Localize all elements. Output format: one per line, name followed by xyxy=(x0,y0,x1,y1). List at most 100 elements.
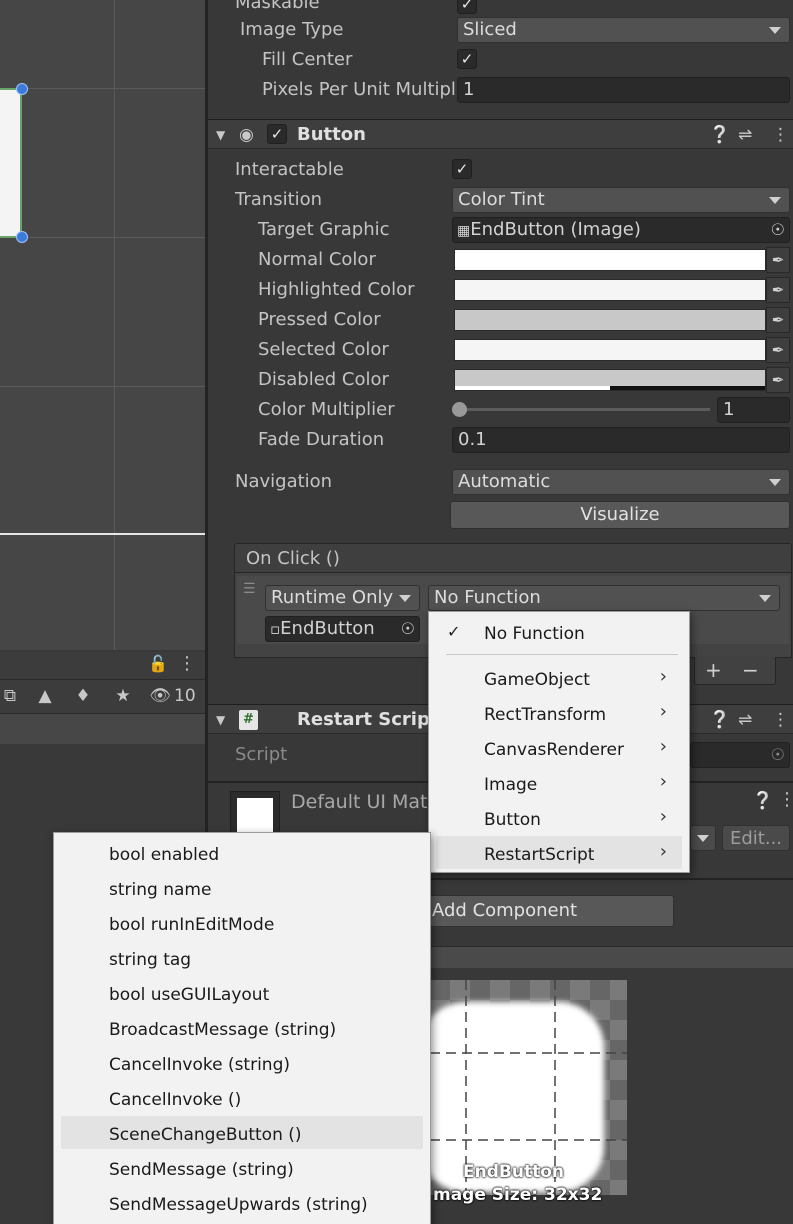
eyedropper-icon[interactable]: ✒ xyxy=(766,277,790,303)
menu-separator xyxy=(446,654,678,655)
pressed-color-label: Pressed Color xyxy=(258,309,381,330)
normal-color-label: Normal Color xyxy=(258,249,376,270)
fade-duration-field[interactable]: 0.1 xyxy=(452,427,790,453)
eyedropper-icon[interactable]: ✒ xyxy=(766,247,790,273)
normal-color-swatch[interactable] xyxy=(454,249,766,271)
grid-line xyxy=(0,237,205,238)
image-type-value: Sliced xyxy=(463,19,517,40)
panel-header: 🔓 ⋮ xyxy=(0,652,205,680)
ppu-field[interactable]: 1 xyxy=(457,77,790,103)
onclick-label: On Click () xyxy=(246,548,340,569)
rect-handle[interactable] xyxy=(16,83,28,95)
star-icon[interactable]: ★ xyxy=(111,684,135,708)
drag-handle-icon[interactable]: ☰ xyxy=(243,581,256,597)
foldout-arrow-icon[interactable]: ▼ xyxy=(216,705,225,735)
tag-icon[interactable]: ♦ xyxy=(71,684,95,708)
rect-handle[interactable] xyxy=(16,231,28,243)
fade-duration-label: Fade Duration xyxy=(258,429,385,450)
eyedropper-icon[interactable]: ✒ xyxy=(766,307,790,333)
runtime-dropdown[interactable]: Runtime Only xyxy=(265,585,420,611)
hidden-eye-icon[interactable]: 👁 xyxy=(148,684,172,708)
grid-line xyxy=(114,0,115,650)
chevron-right-icon: › xyxy=(659,841,667,862)
transition-dropdown[interactable]: Color Tint xyxy=(452,187,790,213)
fill-center-checkbox[interactable]: ✓ xyxy=(457,49,477,69)
submenu-item[interactable]: CancelInvoke () xyxy=(109,1090,241,1110)
panel-search-bar[interactable] xyxy=(0,714,205,744)
menu-item-gameobject[interactable]: GameObject xyxy=(484,670,590,690)
shader-dropdown[interactable] xyxy=(690,825,716,851)
script-icon: # xyxy=(239,710,258,730)
scene-view[interactable] xyxy=(0,0,205,650)
maskable-label: Maskable xyxy=(235,0,320,13)
submenu-item[interactable]: string tag xyxy=(109,950,191,970)
kebab-menu-icon[interactable]: ⋮ xyxy=(772,120,789,150)
submenu-item[interactable]: string name xyxy=(109,880,211,900)
eyedropper-icon[interactable]: ✒ xyxy=(766,367,790,393)
button-component-header[interactable]: ▼ ◉ ✓ Button ❔ ⇌ ⋮ xyxy=(208,119,793,149)
alpha-bar xyxy=(610,386,765,390)
help-icon[interactable]: ❔ xyxy=(752,791,773,811)
submenu-item[interactable]: SendMessageUpwards (string) xyxy=(109,1195,368,1215)
disabled-color-swatch[interactable] xyxy=(454,369,766,391)
transition-value: Color Tint xyxy=(458,189,545,210)
slider-track[interactable] xyxy=(460,408,710,411)
submenu-item[interactable]: BroadcastMessage (string) xyxy=(109,1020,336,1040)
event-target-field[interactable]: ▫EndButton ☉ xyxy=(265,616,420,642)
scene-visibility-icon[interactable]: ⧉ xyxy=(0,684,22,708)
presets-icon[interactable]: ⇌ xyxy=(738,705,752,735)
submenu-item[interactable]: SendMessage (string) xyxy=(109,1160,294,1180)
script-label: Script xyxy=(235,744,288,765)
selected-ui-rect[interactable] xyxy=(0,88,22,238)
restart-script-title: Restart Script xyxy=(297,709,439,730)
eyedropper-icon[interactable]: ✒ xyxy=(766,337,790,363)
disabled-color-label: Disabled Color xyxy=(258,369,389,390)
chevron-right-icon: › xyxy=(659,771,667,792)
kebab-menu-icon[interactable]: ⋮ xyxy=(178,653,196,674)
menu-item-button[interactable]: Button xyxy=(484,810,541,830)
kebab-menu-icon[interactable]: ⋮ xyxy=(772,705,789,735)
pressed-color-swatch[interactable] xyxy=(454,309,766,331)
add-icon[interactable]: + xyxy=(705,658,722,682)
interactable-checkbox[interactable]: ✓ xyxy=(452,159,472,179)
submenu-item[interactable]: bool enabled xyxy=(109,845,219,865)
object-picker-icon[interactable]: ☉ xyxy=(771,218,785,242)
edit-material-button[interactable]: Edit... xyxy=(722,825,790,851)
menu-item-canvasrenderer[interactable]: CanvasRenderer xyxy=(484,740,624,760)
runtime-value: Runtime Only xyxy=(271,587,394,608)
function-menu: ✓ No Function GameObject › RectTransform… xyxy=(428,611,690,873)
lock-icon[interactable]: 🔓 xyxy=(148,654,168,673)
remove-icon[interactable]: − xyxy=(742,658,759,682)
kebab-menu-icon[interactable]: ⋮ xyxy=(778,789,793,810)
object-picker-icon[interactable]: ☉ xyxy=(401,617,415,641)
highlighted-color-swatch[interactable] xyxy=(454,279,766,301)
submenu-item[interactable]: bool useGUILayout xyxy=(109,985,269,1005)
target-graphic-field[interactable]: ▦EndButton (Image) ☉ xyxy=(452,217,790,243)
image-type-dropdown[interactable]: Sliced xyxy=(457,17,790,43)
chevron-down-icon xyxy=(769,27,781,34)
menu-item-no-function[interactable]: No Function xyxy=(484,624,585,644)
function-dropdown[interactable]: No Function xyxy=(428,585,780,611)
navigation-dropdown[interactable]: Automatic xyxy=(452,469,790,495)
function-value: No Function xyxy=(434,587,541,608)
visualize-button[interactable]: Visualize xyxy=(450,501,790,529)
add-component-button[interactable]: Add Component xyxy=(415,895,674,927)
panel-toolbar: ⧉ ▲ ♦ ★ 👁 10 xyxy=(0,680,205,714)
selected-color-swatch[interactable] xyxy=(454,339,766,361)
menu-item-restartscript[interactable]: RestartScript xyxy=(484,845,594,865)
button-enabled-checkbox[interactable]: ✓ xyxy=(267,124,287,144)
menu-item-image[interactable]: Image xyxy=(484,775,537,795)
foldout-arrow-icon[interactable]: ▼ xyxy=(216,120,225,150)
help-icon[interactable]: ❔ xyxy=(709,705,730,735)
presets-icon[interactable]: ⇌ xyxy=(738,120,752,150)
maskable-checkbox[interactable]: ✓ xyxy=(457,0,477,14)
submenu-item[interactable]: SceneChangeButton () xyxy=(109,1125,302,1145)
submenu-item[interactable]: bool runInEditMode xyxy=(109,915,274,935)
submenu-item[interactable]: CancelInvoke (string) xyxy=(109,1055,290,1075)
color-multiplier-field[interactable]: 1 xyxy=(717,397,790,423)
help-icon[interactable]: ❔ xyxy=(709,120,730,150)
shapes-filter-icon[interactable]: ▲ xyxy=(33,684,57,708)
menu-item-recttransform[interactable]: RectTransform xyxy=(484,705,606,725)
slider-thumb[interactable] xyxy=(452,402,467,417)
hidden-count: 10 xyxy=(174,686,196,706)
